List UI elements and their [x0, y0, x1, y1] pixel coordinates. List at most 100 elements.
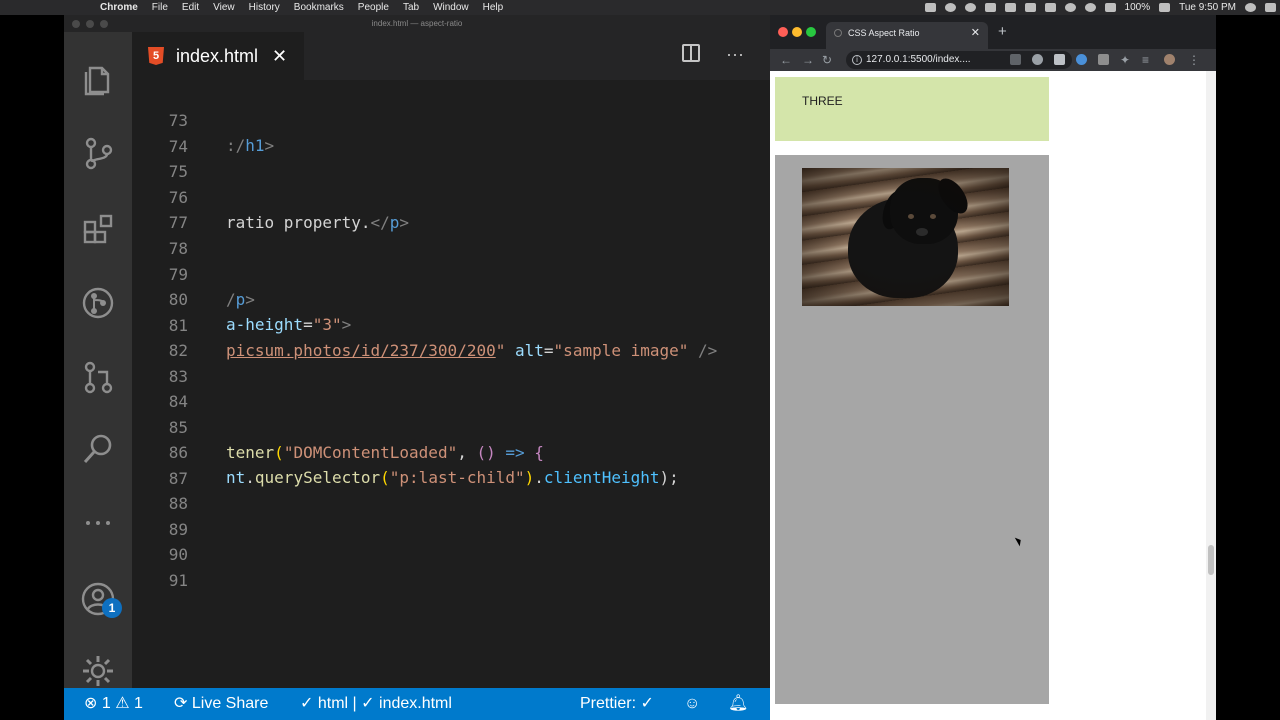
extension-icon[interactable]	[1010, 54, 1021, 65]
live-share-label: Live Share	[191, 695, 269, 712]
extension-icon[interactable]	[1032, 54, 1043, 65]
profile-avatar[interactable]	[1164, 54, 1175, 65]
source-control-icon[interactable]	[81, 136, 115, 170]
chrome-window: CSS Aspect Ratio ✕ + ← → ↻ i 127.0.0.1:5…	[770, 15, 1216, 720]
dropbox-icon[interactable]	[1044, 3, 1056, 12]
code-line: 87	[132, 441, 770, 488]
pocket-icon[interactable]	[1098, 54, 1109, 65]
menu-help[interactable]: Help	[483, 2, 504, 13]
line-number: 91	[168, 571, 188, 590]
editor-actions: ···	[682, 44, 744, 65]
control-center-icon[interactable]	[1265, 3, 1276, 12]
live-share-icon: ⟳	[174, 695, 188, 712]
extension-icon[interactable]	[1054, 54, 1065, 65]
sample-image	[802, 168, 1009, 306]
language-status[interactable]: ✓ html | ✓ index.html	[300, 688, 452, 720]
puzzle-extensions-icon[interactable]: ✦	[1120, 49, 1130, 71]
vscode-minimize-dot[interactable]	[86, 20, 94, 28]
code-line: 78	[132, 211, 770, 258]
extension-icon[interactable]	[1076, 54, 1087, 65]
vscode-window-title: index.html — aspect-ratio	[371, 19, 463, 28]
wifi-icon[interactable]	[1084, 3, 1096, 12]
cloud-icon[interactable]	[1024, 3, 1036, 12]
status-tray: 100% Tue 9:50 PM	[924, 0, 1276, 15]
menu-edit[interactable]: Edit	[182, 2, 199, 13]
chrome-toolbar: ← → ↻ i 127.0.0.1:5500/index.... ☆ ✦ ≡ ⋮	[770, 49, 1216, 71]
chrome-zoom-dot[interactable]	[806, 27, 816, 37]
more-actions-icon[interactable]: ···	[726, 44, 744, 65]
error-count: 1	[101, 695, 111, 712]
menu-tab[interactable]: Tab	[403, 2, 419, 13]
reading-list-icon[interactable]: ≡	[1142, 49, 1149, 71]
code-line: 74	[132, 109, 770, 156]
chrome-minimize-dot[interactable]	[792, 27, 802, 37]
vscode-window: index.html — aspect-ratio 1 5 index.html…	[64, 15, 770, 720]
bluetooth-icon[interactable]	[1064, 3, 1076, 12]
spotlight-icon[interactable]	[1245, 3, 1256, 12]
code-line: 88	[132, 466, 770, 513]
split-editor-icon[interactable]	[682, 44, 701, 62]
new-tab-button[interactable]: +	[998, 23, 1007, 40]
check-icon: ✓	[361, 695, 375, 712]
code-line: 89	[132, 492, 770, 539]
warning-icon: ⚠	[115, 695, 130, 712]
vscode-titlebar: index.html — aspect-ratio	[64, 15, 770, 32]
live-share-status[interactable]: ⟳ Live Share	[174, 688, 268, 720]
menu-clock[interactable]: Tue 9:50 PM	[1179, 2, 1236, 13]
code-line: 90	[132, 517, 770, 564]
tab-index-html[interactable]: 5 index.html ✕	[132, 32, 304, 80]
explorer-icon[interactable]	[81, 62, 115, 96]
info-icon[interactable]: i	[852, 55, 862, 65]
extensions-icon[interactable]	[81, 212, 115, 246]
more-icon[interactable]	[81, 506, 115, 540]
code-line: 82	[132, 313, 770, 360]
code-line: 76 ratio property.</p>	[132, 160, 770, 232]
battery-icon[interactable]	[1159, 3, 1171, 12]
display-icon[interactable]	[984, 3, 996, 12]
code-editor[interactable]: 73 :/h1> 74 75 76 ratio property.</p> 77…	[132, 80, 770, 688]
vscode-close-dot[interactable]	[72, 20, 80, 28]
search-icon[interactable]	[81, 432, 115, 466]
chrome-tab-strip: CSS Aspect Ratio ✕ +	[770, 15, 1216, 49]
gear-icon[interactable]	[81, 654, 115, 688]
volume-icon[interactable]	[1104, 3, 1116, 12]
chrome-close-dot[interactable]	[778, 27, 788, 37]
back-arrow-icon[interactable]: ←	[780, 49, 792, 71]
browser-tab[interactable]: CSS Aspect Ratio ✕	[826, 22, 988, 49]
page-scrollbar[interactable]	[1206, 71, 1216, 720]
menu-view[interactable]: View	[213, 2, 235, 13]
check-icon: ✓	[300, 695, 314, 712]
menu-history[interactable]: History	[249, 2, 280, 13]
pull-request-icon[interactable]	[81, 360, 115, 394]
image-container	[775, 155, 1049, 704]
timeline-icon[interactable]	[81, 286, 115, 320]
sync-icon[interactable]	[964, 3, 976, 12]
brand-icon[interactable]	[1004, 3, 1016, 12]
menu-file[interactable]: File	[152, 2, 168, 13]
notifications-bell-icon[interactable]: 🔔︎	[728, 688, 748, 720]
close-icon[interactable]: ✕	[971, 22, 980, 44]
kebab-menu-icon[interactable]: ⋮	[1188, 49, 1200, 71]
forward-arrow-icon[interactable]: →	[802, 49, 814, 71]
menu-bookmarks[interactable]: Bookmarks	[294, 2, 344, 13]
macos-menu-bar: Chrome File Edit View History Bookmarks …	[0, 0, 1280, 15]
code-line: 80 a-height="3">	[132, 262, 770, 334]
screen-record-icon[interactable]	[924, 3, 936, 12]
vscode-zoom-dot[interactable]	[100, 20, 108, 28]
accounts-badge: 1	[102, 598, 122, 618]
feedback-icon[interactable]: ☺	[684, 688, 700, 720]
separator: |	[352, 695, 357, 712]
menu-people[interactable]: People	[358, 2, 389, 13]
close-icon[interactable]: ✕	[272, 46, 287, 67]
prettier-status[interactable]: Prettier: ✓	[580, 688, 654, 720]
globe-icon	[834, 29, 842, 37]
reload-icon[interactable]: ↻	[822, 49, 832, 71]
scrollbar-thumb[interactable]	[1208, 545, 1214, 575]
menu-window[interactable]: Window	[433, 2, 469, 13]
menu-app-chrome[interactable]: Chrome	[100, 2, 138, 13]
location-icon[interactable]	[944, 3, 956, 12]
battery-percent[interactable]: 100%	[1125, 2, 1151, 13]
code-line: 81 picsum.photos/id/237/300/200" alt="sa…	[132, 288, 770, 360]
problems-status[interactable]: ⊗ 1 ⚠ 1	[84, 688, 143, 720]
code-line: 83	[132, 339, 770, 386]
